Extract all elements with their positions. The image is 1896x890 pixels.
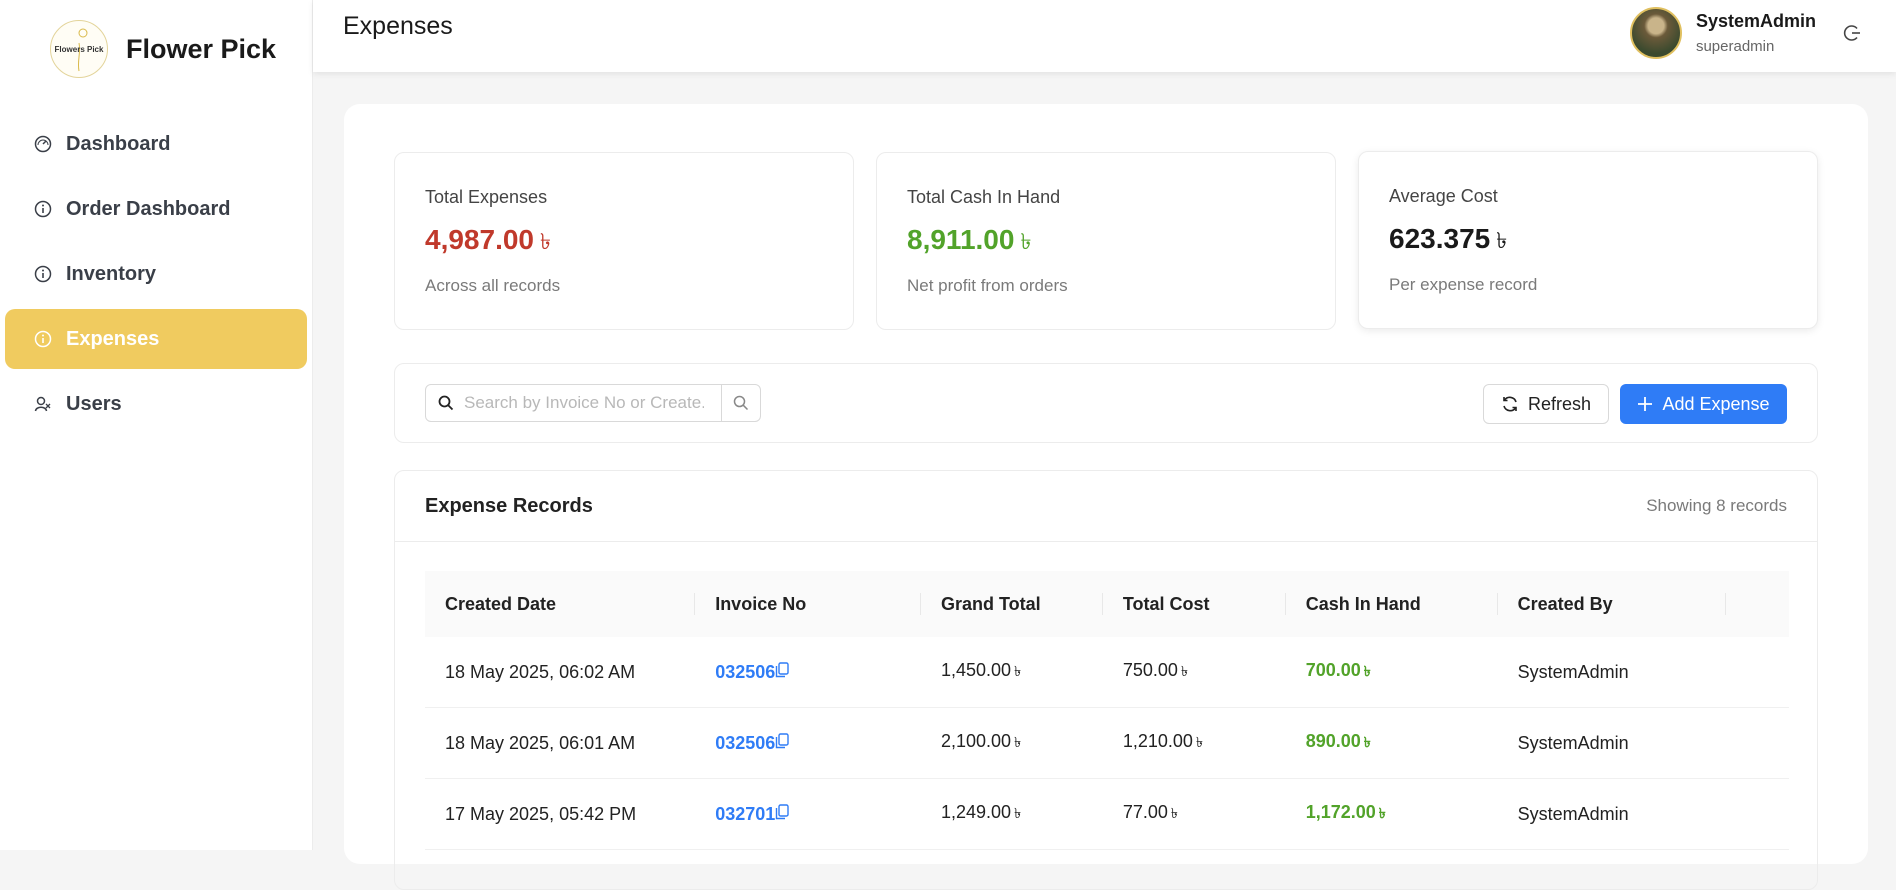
stat-subtext: Per expense record [1389,275,1538,294]
sidebar: Flowers Pick Flower Pick Dashboard Order… [0,0,313,850]
sidebar-item-dashboard[interactable]: Dashboard [5,114,307,174]
cell-invoice-no: 032506 [695,637,921,708]
cell-created-date: 18 May 2025, 06:01 AM [425,707,696,779]
refresh-button[interactable]: Refresh [1483,384,1609,424]
cell-created-date: 18 May 2025, 06:02 AM [425,637,696,708]
sidebar-item-label: Inventory [66,262,157,285]
sidebar-item-label: Users [66,392,122,415]
table-row[interactable]: 17 May 2025, 05:42 PM 032701 1,249.00 ৳ 7… [425,778,1789,850]
invoice-link[interactable]: 032506 [715,733,775,753]
info-icon [34,330,52,348]
users-icon [34,396,51,412]
sidebar-item-label: Expenses [66,327,160,350]
expense-table: Created Date Invoice No Grand Total Tota… [425,571,1789,850]
cell-grand-total: 2,100.00 ৳ [920,707,1103,779]
user-name: SystemAdmin [1695,11,1816,31]
copy-icon[interactable] [775,732,789,749]
cell-total-cost: 77.00 ৳ [1102,778,1286,850]
expense-records-panel: Expense Records Showing 8 records Create… [394,470,1818,890]
cell-created-by: SystemAdmin [1497,778,1727,850]
stat-average-cost: Average Cost 623.375 ৳ Per expense record [1358,151,1818,329]
plus-icon [1638,397,1653,411]
avatar[interactable] [1629,7,1682,59]
column-header-created-date[interactable]: Created Date [425,571,696,637]
sidebar-item-users[interactable]: Users [5,374,307,434]
main-card: Total Expenses 4,987.00 ৳ Across all reco… [344,104,1868,890]
cell-created-by: SystemAdmin [1497,707,1727,779]
sidebar-item-inventory[interactable]: Inventory [5,244,307,304]
cell-cash-in-hand: 890.00 ৳ [1285,707,1498,779]
user-role: superadmin [1695,38,1775,55]
cell-overflow [1726,778,1789,850]
stat-label: Average Cost [1389,186,1498,206]
copy-icon[interactable] [775,661,789,678]
cell-total-cost: 750.00 ৳ [1102,637,1286,708]
sidebar-item-order-dashboard[interactable]: Order Dashboard [5,179,307,239]
table-header-row: Created Date Invoice No Grand Total Tota… [425,571,1789,637]
search-icon [438,395,454,411]
records-title: Expense Records [425,494,593,517]
cell-cash-in-hand: 700.00 ৳ [1285,637,1498,708]
stat-value: 623.375 ৳ [1389,223,1508,254]
search-input[interactable] [462,392,706,414]
invoice-link[interactable]: 032701 [715,804,775,824]
cell-grand-total: 1,450.00 ৳ [920,637,1103,708]
logo-text: Flowers Pick [54,44,104,54]
invoice-link[interactable]: 032506 [715,662,775,682]
toolbar: Refresh Add Expense [394,363,1818,443]
stat-total-cash-in-hand: Total Cash In Hand 8,911.00 ৳ Net profit … [876,152,1336,330]
column-header-total-cost[interactable]: Total Cost [1102,571,1286,637]
stat-label: Total Cash In Hand [907,187,1061,207]
search-box [425,384,761,422]
table-row[interactable]: 18 May 2025, 06:02 AM 032506 1,450.00 ৳ 7… [425,637,1789,708]
sidebar-item-label: Order Dashboard [66,197,231,220]
cell-invoice-no: 032506 [695,707,921,779]
sidebar-nav: Dashboard Order Dashboard Inventory Expe… [5,114,307,439]
search-button[interactable] [722,385,760,421]
records-count: Showing 8 records [1646,496,1787,515]
brand-name: Flower Pick [126,33,277,64]
table-row[interactable]: 18 May 2025, 06:01 AM 032506 2,100.00 ৳ 1… [425,707,1789,779]
column-header-grand-total[interactable]: Grand Total [920,571,1103,637]
cell-grand-total: 1,249.00 ৳ [920,778,1103,850]
sidebar-item-expenses[interactable]: Expenses [5,309,307,369]
cell-cash-in-hand: 1,172.00 ৳ [1285,778,1498,850]
copy-icon[interactable] [775,803,789,820]
cell-created-by: SystemAdmin [1497,637,1727,708]
logout-icon[interactable] [1842,23,1862,43]
refresh-icon [1503,396,1517,412]
cell-created-date: 17 May 2025, 05:42 PM [425,778,696,850]
brand[interactable]: Flowers Pick Flower Pick [50,20,276,78]
column-header-overflow [1726,571,1789,637]
info-icon [34,265,52,283]
stat-value: 8,911.00 ৳ [907,224,1032,255]
stat-value: 4,987.00 ৳ [425,224,551,255]
sidebar-item-label: Dashboard [66,132,171,155]
add-expense-label: Add Expense [1662,393,1770,414]
column-header-cash-in-hand[interactable]: Cash In Hand [1285,571,1498,637]
stat-subtext: Across all records [425,276,561,295]
search-icon [733,395,749,411]
cell-overflow [1726,637,1789,708]
info-icon [34,200,52,218]
column-header-created-by[interactable]: Created By [1497,571,1727,637]
cell-overflow [1726,707,1789,779]
dashboard-icon [34,135,52,153]
stat-label: Total Expenses [425,187,548,207]
add-expense-button[interactable]: Add Expense [1620,384,1787,424]
top-header: Expenses SystemAdmin superadmin [313,0,1896,72]
stat-total-expenses: Total Expenses 4,987.00 ৳ Across all reco… [394,152,854,330]
user-menu[interactable]: SystemAdmin superadmin [1629,7,1816,59]
logo: Flowers Pick [50,20,108,78]
refresh-label: Refresh [1527,393,1592,414]
cell-invoice-no: 032701 [695,778,921,850]
cell-total-cost: 1,210.00 ৳ [1102,707,1286,779]
page-title: Expenses [343,12,453,40]
stat-subtext: Net profit from orders [907,276,1068,295]
column-header-invoice-no[interactable]: Invoice No [695,571,921,637]
